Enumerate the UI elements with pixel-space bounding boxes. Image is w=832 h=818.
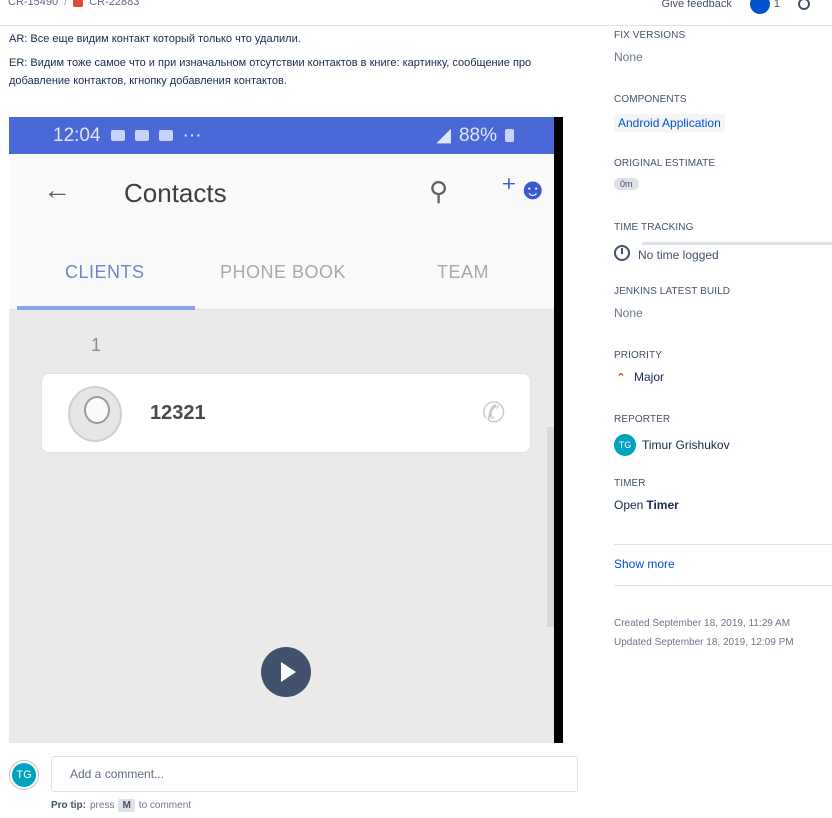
- breadcrumb: CR-15490 / CR-22883: [8, 0, 139, 8]
- time-tracking-label: TIME TRACKING: [614, 222, 694, 233]
- stopwatch-icon: [614, 245, 630, 261]
- contact-card: 12321 ✆: [41, 373, 531, 453]
- pro-tip-press: press: [90, 800, 115, 811]
- time-tracking-value: No time logged: [638, 248, 719, 262]
- signal-icon: ◢: [436, 125, 451, 146]
- components-label: COMPONENTS: [614, 94, 687, 105]
- reporter-name: Timur Grishukov: [642, 438, 730, 452]
- breadcrumb-separator: /: [64, 0, 68, 8]
- reporter-avatar: TG: [614, 434, 636, 456]
- add-comment-input[interactable]: Add a comment...: [51, 756, 578, 792]
- sidebar-divider-bottom: [614, 585, 832, 586]
- pro-tip-label: Pro tip:: [51, 800, 86, 811]
- reporter-field: REPORTER TG Timur Grishukov: [614, 412, 832, 476]
- pro-tip-suffix: to comment: [138, 800, 192, 811]
- jenkins-value: None: [614, 306, 643, 320]
- phone-tab-phone-book: PHONE BOOK: [220, 262, 347, 282]
- breadcrumb-issue[interactable]: CR-22883: [89, 0, 139, 8]
- reporter-selector[interactable]: TG Timur Grishukov: [614, 434, 832, 456]
- add-user-icon: ⁺☻: [501, 173, 549, 206]
- priority-major-icon: ⌃: [616, 371, 626, 384]
- original-estimate-value[interactable]: 0m: [614, 178, 639, 190]
- timer-value: Timer: [646, 498, 679, 512]
- eye-icon: [749, 0, 770, 14]
- components-field: COMPONENTS Android Application: [614, 92, 832, 156]
- phone-status-bar: 12:04 ··· ◢ 88%: [9, 117, 554, 154]
- contact-number: 12321: [150, 402, 206, 424]
- priority-field: PRIORITY ⌃ Major: [614, 348, 832, 412]
- phone-call-icon: ✆: [482, 397, 506, 428]
- time-tracking-field[interactable]: TIME TRACKING No time logged: [614, 220, 832, 284]
- breadcrumb-parent[interactable]: CR-15490: [8, 0, 58, 8]
- created-date: Created September 18, 2019, 11:29 AM: [614, 618, 791, 629]
- original-estimate-field: ORIGINAL ESTIMATE 0m: [614, 156, 832, 220]
- user-avatar: TG: [10, 761, 38, 789]
- time-tracking-bar: [642, 242, 832, 245]
- share-icon[interactable]: [798, 0, 810, 10]
- contact-section-number: 1: [91, 335, 102, 355]
- phone-app-bar: ← Contacts ⚲ ⁺☻: [9, 154, 554, 234]
- actual-result-text: AR: Все еще видим контакт который только…: [9, 33, 301, 45]
- play-button[interactable]: [261, 647, 311, 697]
- notification-icon: [110, 130, 125, 141]
- timer-field: TIMER Open Timer: [614, 476, 832, 540]
- show-more-link[interactable]: Show more: [614, 557, 675, 571]
- watch-button[interactable]: 1: [749, 0, 780, 14]
- search-icon: ⚲: [429, 176, 449, 206]
- priority-selector[interactable]: ⌃ Major: [614, 370, 832, 384]
- comment-area: TG Add a comment... Pro tip: press M to …: [0, 743, 580, 818]
- jenkins-field: JENKINS LATEST BUILD None: [614, 284, 832, 348]
- watch-count: 1: [773, 0, 780, 10]
- issue-dates: Created September 18, 2019, 11:29 AM Upd…: [614, 614, 832, 652]
- image-icon: [158, 130, 173, 141]
- pro-tip: Pro tip: press M to comment: [51, 799, 191, 812]
- top-bar: CR-15490 / CR-22883 Give feedback 1: [0, 0, 832, 26]
- back-arrow-icon: ←: [43, 174, 71, 205]
- phone-tabs: CLIENTS PHONE BOOK TEAM: [9, 234, 554, 310]
- video-attachment[interactable]: 12:04 ··· ◢ 88% ← Contacts ⚲ ⁺☻ CLIENTS …: [9, 117, 563, 743]
- issue-details-sidebar: FIX VERSIONS None COMPONENTS Android App…: [614, 28, 832, 652]
- contact-avatar-icon: [68, 386, 122, 442]
- component-chip[interactable]: Android Application: [614, 114, 725, 132]
- original-estimate-label: ORIGINAL ESTIMATE: [614, 158, 716, 169]
- bug-icon: [73, 0, 84, 7]
- active-tab-indicator: [17, 306, 195, 310]
- phone-scrollbar: [547, 427, 554, 627]
- keyboard-shortcut-key: M: [118, 799, 135, 812]
- fix-versions-value[interactable]: None: [614, 50, 832, 64]
- fix-versions-field: FIX VERSIONS None: [614, 28, 832, 92]
- issue-description: AR: Все еще видим контакт который только…: [9, 30, 569, 96]
- priority-label: PRIORITY: [614, 350, 663, 361]
- timer-open: Open: [614, 498, 644, 512]
- status-time: 12:04: [53, 124, 101, 146]
- updated-date: Updated September 18, 2019, 12:09 PM: [614, 637, 794, 648]
- sidebar-divider: [614, 544, 832, 545]
- contacts-title: Contacts: [124, 178, 227, 208]
- jenkins-label: JENKINS LATEST BUILD: [614, 286, 731, 297]
- open-timer-link[interactable]: Open Timer: [614, 498, 832, 512]
- fix-versions-label: FIX VERSIONS: [614, 30, 686, 41]
- status-more-dots: ···: [182, 124, 202, 146]
- battery-level: 88%: [458, 124, 497, 146]
- timer-label: TIMER: [614, 478, 646, 489]
- give-feedback-link[interactable]: Give feedback: [662, 0, 732, 10]
- mail-icon: [134, 130, 149, 141]
- phone-tab-clients: CLIENTS: [65, 262, 145, 282]
- phone-tab-team: TEAM: [437, 262, 490, 282]
- priority-value: Major: [634, 370, 665, 384]
- battery-icon: [505, 129, 514, 142]
- expected-result-text: ER: Видим тоже самое что и при изначальн…: [9, 57, 532, 87]
- issue-actions: Give feedback 1: [662, 0, 810, 14]
- reporter-label: REPORTER: [614, 414, 671, 425]
